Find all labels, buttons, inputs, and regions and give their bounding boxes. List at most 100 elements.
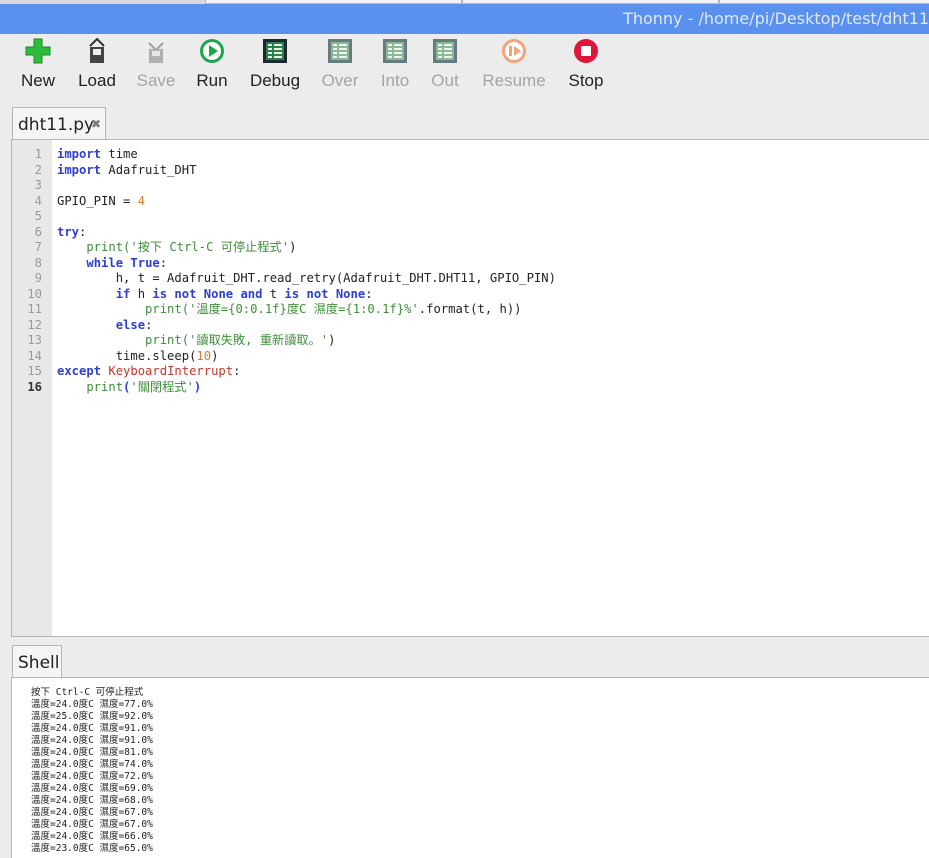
code-line[interactable]: while True: xyxy=(57,256,167,272)
save-button[interactable]: Save xyxy=(136,37,176,91)
code-token: True xyxy=(130,255,160,270)
code-token: ) xyxy=(193,379,202,394)
code-token: print xyxy=(57,379,124,394)
code-token: .format(t, h)) xyxy=(418,302,522,316)
step-into-button[interactable]: Into xyxy=(378,37,412,91)
code-line[interactable]: GPIO_PIN = 4 xyxy=(57,194,145,210)
shell-line: 溫度=24.0度C 濕度=67.0% xyxy=(31,819,153,830)
tab-shell[interactable]: Shell xyxy=(12,645,62,678)
resume-button[interactable]: Resume xyxy=(480,37,548,91)
code-token: print( xyxy=(57,333,190,347)
code-line[interactable]: except KeyboardInterrupt: xyxy=(57,364,240,380)
code-token: h, t = Adafruit_DHT.read_retry(Adafruit_… xyxy=(57,271,556,285)
code-line[interactable]: h, t = Adafruit_DHT.read_retry(Adafruit_… xyxy=(57,271,556,287)
line-number: 5 xyxy=(34,209,42,223)
code-line[interactable]: print('讀取失敗, 重新讀取。') xyxy=(57,333,335,349)
code-line[interactable]: time.sleep(10) xyxy=(57,348,219,365)
load-icon xyxy=(83,37,111,65)
code-line[interactable]: print('按下 Ctrl-C 可停止程式') xyxy=(57,240,296,256)
line-number: 7 xyxy=(34,240,42,254)
step-out-button[interactable]: Out xyxy=(430,37,460,91)
code-token: t xyxy=(262,286,285,301)
code-line[interactable]: print('關閉程式') xyxy=(57,380,201,396)
shell-line: 溫度=24.0度C 濕度=68.0% xyxy=(31,795,153,806)
code-token: print( xyxy=(57,302,190,316)
code-token: try xyxy=(57,224,80,239)
toolbar: New Load Save Run Debug Over Into Out Re… xyxy=(0,34,929,102)
code-token: : xyxy=(145,317,153,332)
code-line[interactable]: import time xyxy=(57,147,138,163)
code-token: time.sleep( xyxy=(57,348,197,363)
code-token: print( xyxy=(57,240,131,254)
stop-icon xyxy=(572,37,600,65)
debug-icon xyxy=(261,37,289,65)
editor-tab-strip: dht11.py ✖ xyxy=(0,104,929,140)
code-line[interactable]: import Adafruit_DHT xyxy=(57,163,196,179)
plus-icon xyxy=(24,37,52,65)
code-token: while xyxy=(86,255,124,270)
run-button[interactable]: Run xyxy=(195,37,229,91)
code-token: '溫度={0:0.1f}度C 濕度={1:0.1f}%' xyxy=(189,302,419,316)
line-number: 16 xyxy=(27,379,42,394)
code-token: ) xyxy=(289,240,297,254)
step-over-button[interactable]: Over xyxy=(321,37,359,91)
code-line[interactable]: if h is not None and t is not None: xyxy=(57,287,373,303)
tab-label: dht11.py xyxy=(18,115,95,135)
line-number: 6 xyxy=(34,224,42,239)
shell-line: 溫度=24.0度C 濕度=91.0% xyxy=(31,735,153,746)
code-token: time xyxy=(101,147,138,161)
step-over-icon xyxy=(326,37,354,65)
code-token: : xyxy=(159,255,168,270)
code-line[interactable]: print('溫度={0:0.1f}度C 濕度={1:0.1f}%'.forma… xyxy=(57,302,522,318)
line-number: 4 xyxy=(34,193,42,208)
code-token: import xyxy=(57,162,102,177)
code-token: else xyxy=(115,317,146,332)
load-button[interactable]: Load xyxy=(76,37,118,91)
code-token: 4 xyxy=(137,193,146,208)
shell-line: 按下 Ctrl-C 可停止程式 xyxy=(31,687,144,698)
shell-line: 溫度=24.0度C 濕度=77.0% xyxy=(31,699,153,710)
code-line[interactable]: else: xyxy=(57,317,153,334)
step-into-icon xyxy=(381,37,409,65)
code-token: is not None xyxy=(284,286,366,301)
shell-line: 溫度=24.0度C 濕度=69.0% xyxy=(31,783,153,794)
shell-line: 溫度=25.0度C 濕度=92.0% xyxy=(31,711,153,722)
line-number: 14 xyxy=(27,348,42,363)
tab-dht11-py[interactable]: dht11.py ✖ xyxy=(12,107,106,140)
code-token: h xyxy=(130,286,153,301)
stop-button[interactable]: Stop xyxy=(567,37,605,91)
line-number: 11 xyxy=(27,302,42,316)
code-token: except xyxy=(57,364,102,378)
debug-button[interactable]: Debug xyxy=(248,37,302,91)
line-number-gutter: 1 2 3 4 5 6 7 8 9 10 11 12 13 14 15 16 xyxy=(12,140,52,636)
new-button[interactable]: New xyxy=(19,37,57,91)
shell-panel[interactable]: 按下 Ctrl-C 可停止程式 溫度=24.0度C 濕度=77.0% 溫度=25.0… xyxy=(11,677,929,858)
step-out-icon xyxy=(431,37,459,65)
close-icon[interactable]: ✖ xyxy=(91,117,101,131)
code-token: 10 xyxy=(196,348,212,363)
code-token: ) xyxy=(211,348,219,363)
code-token: if xyxy=(115,286,131,301)
code-token: KeyboardInterrupt xyxy=(108,364,234,378)
code-line[interactable]: try: xyxy=(57,225,86,241)
shell-line: 溫度=24.0度C 濕度=81.0% xyxy=(31,747,153,758)
code-editor[interactable]: 1 2 3 4 5 6 7 8 9 10 11 12 13 14 15 16 import time impor… xyxy=(11,139,929,637)
code-token: '按下 Ctrl-C 可停止程式' xyxy=(130,240,290,254)
code-token: : xyxy=(365,286,373,301)
shell-line: 溫度=24.0度C 濕度=91.0% xyxy=(31,723,153,734)
window-title: Thonny - /home/pi/Desktop/test/dht11 xyxy=(623,9,929,28)
code-token: : xyxy=(233,364,241,378)
shell-line: 溫度=24.0度C 濕度=66.0% xyxy=(31,831,153,842)
save-icon xyxy=(142,37,170,65)
code-token: GPIO_PIN = xyxy=(57,193,138,208)
resume-icon xyxy=(500,37,528,65)
shell-line: 溫度=24.0度C 濕度=72.0% xyxy=(31,771,153,782)
code-token: '關閉程式' xyxy=(130,379,194,394)
line-number: 8 xyxy=(34,255,42,270)
code-token: Adafruit_DHT xyxy=(101,162,197,177)
code-token: : xyxy=(79,224,87,239)
code-token: is not None and xyxy=(152,286,263,301)
line-number: 15 xyxy=(27,364,42,378)
